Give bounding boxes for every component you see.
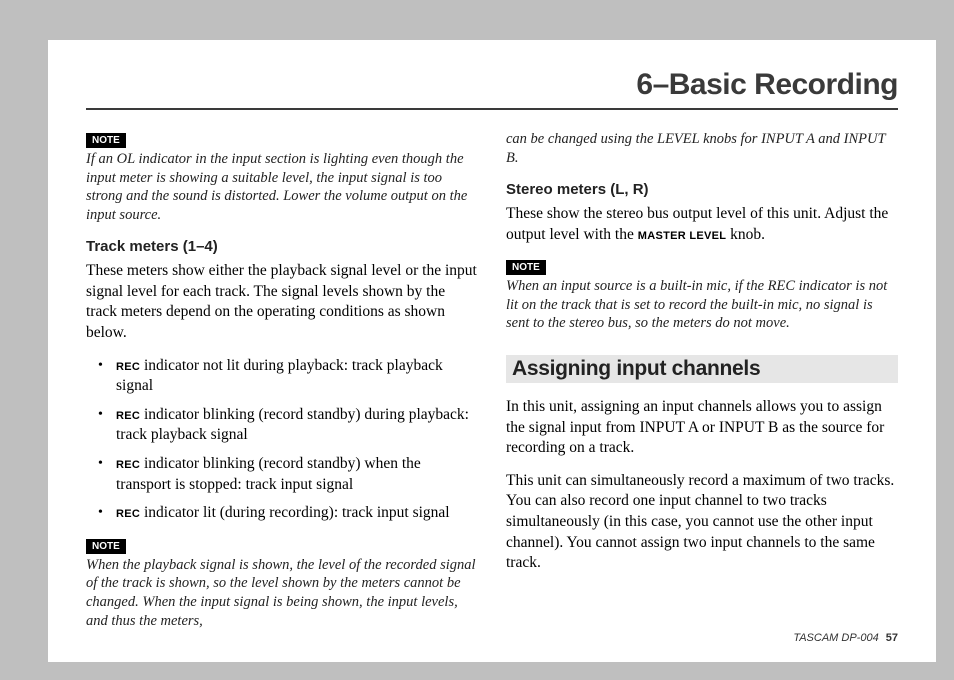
subhead-stereo-meters: Stereo meters (L, R) — [506, 181, 898, 198]
list-item: REC indicator not lit during playback: t… — [104, 356, 478, 397]
rec-label: REC — [116, 459, 140, 471]
note-badge: NOTE — [86, 133, 126, 148]
note-text: If an OL indicator in the input section … — [86, 150, 478, 224]
section-heading: Assigning input channels — [506, 355, 898, 383]
body-text: In this unit, assigning an input channel… — [506, 397, 898, 459]
left-column: NOTE If an OL indicator in the input sec… — [86, 130, 478, 630]
note-badge: NOTE — [506, 260, 546, 275]
page-number: 57 — [886, 632, 898, 644]
body-text: These show the stereo bus output level o… — [506, 204, 898, 245]
bullet-text: indicator not lit during playback: track… — [116, 357, 443, 395]
chapter-title: 6–Basic Recording — [86, 68, 898, 110]
bullet-list: REC indicator not lit during playback: t… — [86, 356, 478, 524]
subhead-track-meters: Track meters (1–4) — [86, 238, 478, 255]
list-item: REC indicator blinking (record standby) … — [104, 405, 478, 446]
text-span: knob. — [726, 226, 765, 243]
rec-label: REC — [116, 508, 140, 520]
right-column: can be changed using the LEVEL knobs for… — [506, 130, 898, 630]
footer-brand: TASCAM DP-004 — [793, 632, 878, 644]
page-footer: TASCAM DP-004 57 — [793, 632, 898, 644]
list-item: REC indicator blinking (record standby) … — [104, 454, 478, 495]
note-badge: NOTE — [86, 539, 126, 554]
list-item: REC indicator lit (during recording): tr… — [104, 503, 478, 524]
bullet-text: indicator lit (during recording): track … — [140, 504, 450, 521]
note-text: When an input source is a built-in mic, … — [506, 277, 898, 333]
note-continuation: can be changed using the LEVEL knobs for… — [506, 130, 898, 167]
page: 6–Basic Recording NOTE If an OL indicato… — [48, 40, 936, 662]
rec-label: REC — [116, 410, 140, 422]
rec-label: REC — [116, 361, 140, 373]
note-text: When the playback signal is shown, the l… — [86, 556, 478, 630]
body-text: This unit can simultaneously record a ma… — [506, 471, 898, 574]
content-columns: NOTE If an OL indicator in the input sec… — [86, 130, 898, 630]
master-level-label: MASTER LEVEL — [638, 230, 727, 242]
bullet-text: indicator blinking (record standby) duri… — [116, 406, 469, 444]
bullet-text: indicator blinking (record standby) when… — [116, 455, 421, 493]
body-text: These meters show either the playback si… — [86, 261, 478, 343]
